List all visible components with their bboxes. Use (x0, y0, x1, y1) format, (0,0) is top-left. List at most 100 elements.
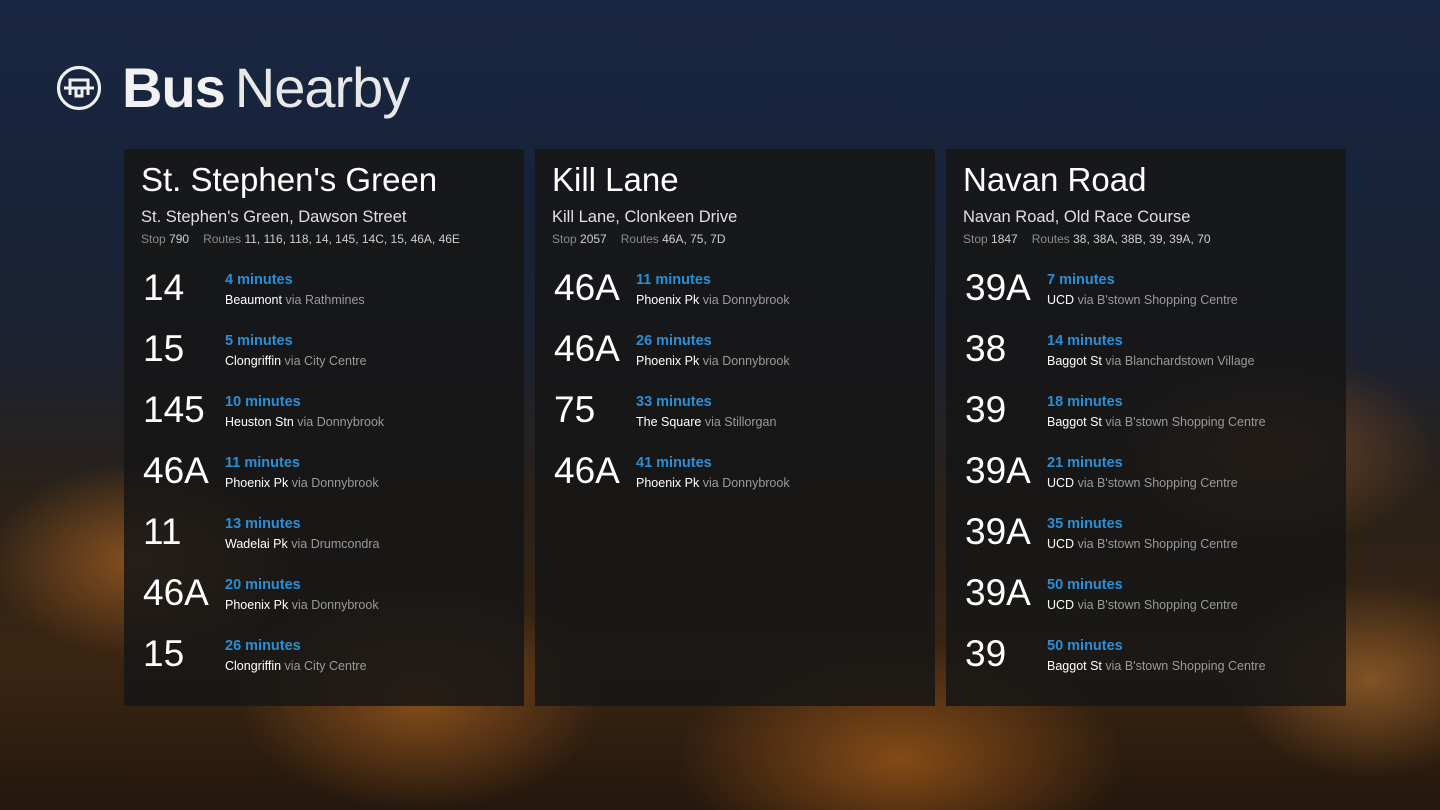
destination: Phoenix Pk (636, 354, 700, 368)
via-label: via (704, 415, 721, 429)
via-label: via (1105, 354, 1122, 368)
stop-name: St. Stephen's Green (141, 161, 438, 198)
departure-row[interactable]: 14 4 minutes Beaumont via Rathmines (141, 266, 508, 327)
destination-line: Baggot St via Blanchardstown Village (1047, 352, 1255, 370)
route-number: 11 (143, 511, 182, 552)
via-label: via (702, 293, 719, 307)
eta: 20 minutes (225, 577, 301, 593)
destination: Phoenix Pk (225, 476, 289, 490)
departure-row[interactable]: 15 5 minutes Clongriffin via City Centre (141, 327, 508, 388)
destination-line: Clongriffin via City Centre (225, 352, 367, 370)
destination-line: The Square via Stillorgan (636, 413, 776, 431)
route-number: 46A (143, 572, 209, 613)
via-route: B'stown Shopping Centre (1097, 598, 1238, 612)
route-number: 39 (965, 389, 1007, 430)
app-title-bold: Bus (122, 56, 226, 119)
departure-row[interactable]: 75 33 minutes The Square via Stillorgan (552, 388, 919, 449)
via-route: Donnybrook (722, 354, 790, 368)
destination: Phoenix Pk (636, 293, 700, 307)
eta: 26 minutes (225, 638, 301, 654)
bus-logo-icon (56, 65, 102, 111)
via-route: Rathmines (304, 293, 365, 307)
eta: 50 minutes (1047, 638, 1123, 654)
departure-row[interactable]: 46A 20 minutes Phoenix Pk via Donnybrook (141, 571, 508, 632)
via-route: Blanchardstown Village (1124, 354, 1255, 368)
via-route: Drumcondra (310, 537, 380, 551)
stop-number: 1847 (991, 232, 1018, 246)
via-label: via (291, 476, 308, 490)
via-route: City Centre (304, 354, 367, 368)
destination-line: UCD via B'stown Shopping Centre (1047, 535, 1238, 553)
departure-row[interactable]: 145 10 minutes Heuston Stn via Donnybrook (141, 388, 508, 449)
departure-row[interactable]: 46A 41 minutes Phoenix Pk via Donnybrook (552, 449, 919, 510)
destination-line: Phoenix Pk via Donnybrook (225, 474, 379, 492)
routes-list: 46A, 75, 7D (662, 232, 726, 246)
departures-list: 39A 7 minutes UCD via B'stown Shopping Cen… (963, 266, 1330, 693)
via-label: via (284, 354, 301, 368)
via-label: via (702, 354, 719, 368)
eta: 18 minutes (1047, 394, 1123, 410)
departure-row[interactable]: 46A 11 minutes Phoenix Pk via Donnybrook (141, 449, 508, 510)
stop-meta: Stop 790 Routes 11, 116, 118, 14, 145, 14… (141, 231, 508, 247)
via-route: Donnybrook (316, 415, 385, 429)
destination-line: UCD via B'stown Shopping Centre (1047, 596, 1238, 614)
via-label: via (291, 537, 308, 551)
via-route: Donnybrook (722, 293, 790, 307)
departure-row[interactable]: 46A 11 minutes Phoenix Pk via Donnybrook (552, 266, 919, 327)
routes-label: Routes (1031, 232, 1070, 246)
via-label: via (284, 659, 301, 673)
stop-name: Kill Lane (552, 161, 679, 198)
routes-label: Routes (203, 232, 242, 246)
departure-row[interactable]: 39A 21 minutes UCD via B'stown Shopping Ce… (963, 449, 1330, 510)
via-route: City Centre (304, 659, 367, 673)
stop-label: Stop (963, 232, 988, 246)
departure-row[interactable]: 11 13 minutes Wadelai Pk via Drumcondra (141, 510, 508, 571)
stop-panel-kill-lane[interactable]: Kill Lane Kill Lane, Clonkeen Drive Stop… (535, 149, 935, 706)
routes-list: 11, 116, 118, 14, 145, 14C, 15, 46A, 46E (244, 232, 460, 246)
route-number: 39 (965, 633, 1007, 674)
stop-label: Stop (552, 232, 577, 246)
via-route: B'stown Shopping Centre (1097, 476, 1238, 490)
eta: 13 minutes (225, 516, 301, 532)
route-number: 46A (554, 328, 620, 369)
route-number: 39A (965, 450, 1031, 491)
route-number: 145 (143, 389, 205, 430)
stop-panel-navan-road[interactable]: Navan Road Navan Road, Old Race Course S… (946, 149, 1346, 706)
destination: Heuston Stn (225, 415, 294, 429)
destination: Wadelai Pk (225, 537, 288, 551)
departure-row[interactable]: 38 14 minutes Baggot St via Blanchardstown… (963, 327, 1330, 388)
destination-line: Beaumont via Rathmines (225, 291, 365, 309)
via-label: via (1077, 537, 1094, 551)
route-number: 15 (143, 633, 185, 674)
eta: 35 minutes (1047, 516, 1123, 532)
route-number: 46A (554, 450, 620, 491)
via-label: via (291, 598, 308, 612)
departure-row[interactable]: 39 50 minutes Baggot St via B'stown Shoppi… (963, 632, 1330, 693)
destination: Phoenix Pk (225, 598, 289, 612)
destination-line: Phoenix Pk via Donnybrook (225, 596, 379, 614)
stop-name: Navan Road (963, 161, 1147, 198)
departure-row[interactable]: 46A 26 minutes Phoenix Pk via Donnybrook (552, 327, 919, 388)
departure-row[interactable]: 39A 35 minutes UCD via B'stown Shopping Ce… (963, 510, 1330, 571)
eta: 11 minutes (636, 272, 711, 288)
routes-label: Routes (620, 232, 659, 246)
via-label: via (702, 476, 719, 490)
stop-number: 2057 (580, 232, 607, 246)
via-route: B'stown Shopping Centre (1097, 293, 1238, 307)
departure-row[interactable]: 39A 50 minutes UCD via B'stown Shopping Ce… (963, 571, 1330, 632)
destination: Baggot St (1047, 415, 1102, 429)
destination: Phoenix Pk (636, 476, 700, 490)
eta: 26 minutes (636, 333, 712, 349)
stop-panel-st-stephens-green[interactable]: St. Stephen's Green St. Stephen's Green,… (124, 149, 524, 706)
via-label: via (285, 293, 302, 307)
route-number: 38 (965, 328, 1007, 369)
stop-meta: Stop 2057 Routes 46A, 75, 7D (552, 231, 919, 247)
eta: 14 minutes (1047, 333, 1123, 349)
stop-address: St. Stephen's Green, Dawson Street (141, 208, 407, 226)
stop-number: 790 (169, 232, 190, 246)
route-number: 14 (143, 267, 185, 308)
departure-row[interactable]: 39A 7 minutes UCD via B'stown Shopping Cen… (963, 266, 1330, 327)
departure-row[interactable]: 15 26 minutes Clongriffin via City Centre (141, 632, 508, 693)
departure-row[interactable]: 39 18 minutes Baggot St via B'stown Shoppi… (963, 388, 1330, 449)
destination: The Square (636, 415, 702, 429)
